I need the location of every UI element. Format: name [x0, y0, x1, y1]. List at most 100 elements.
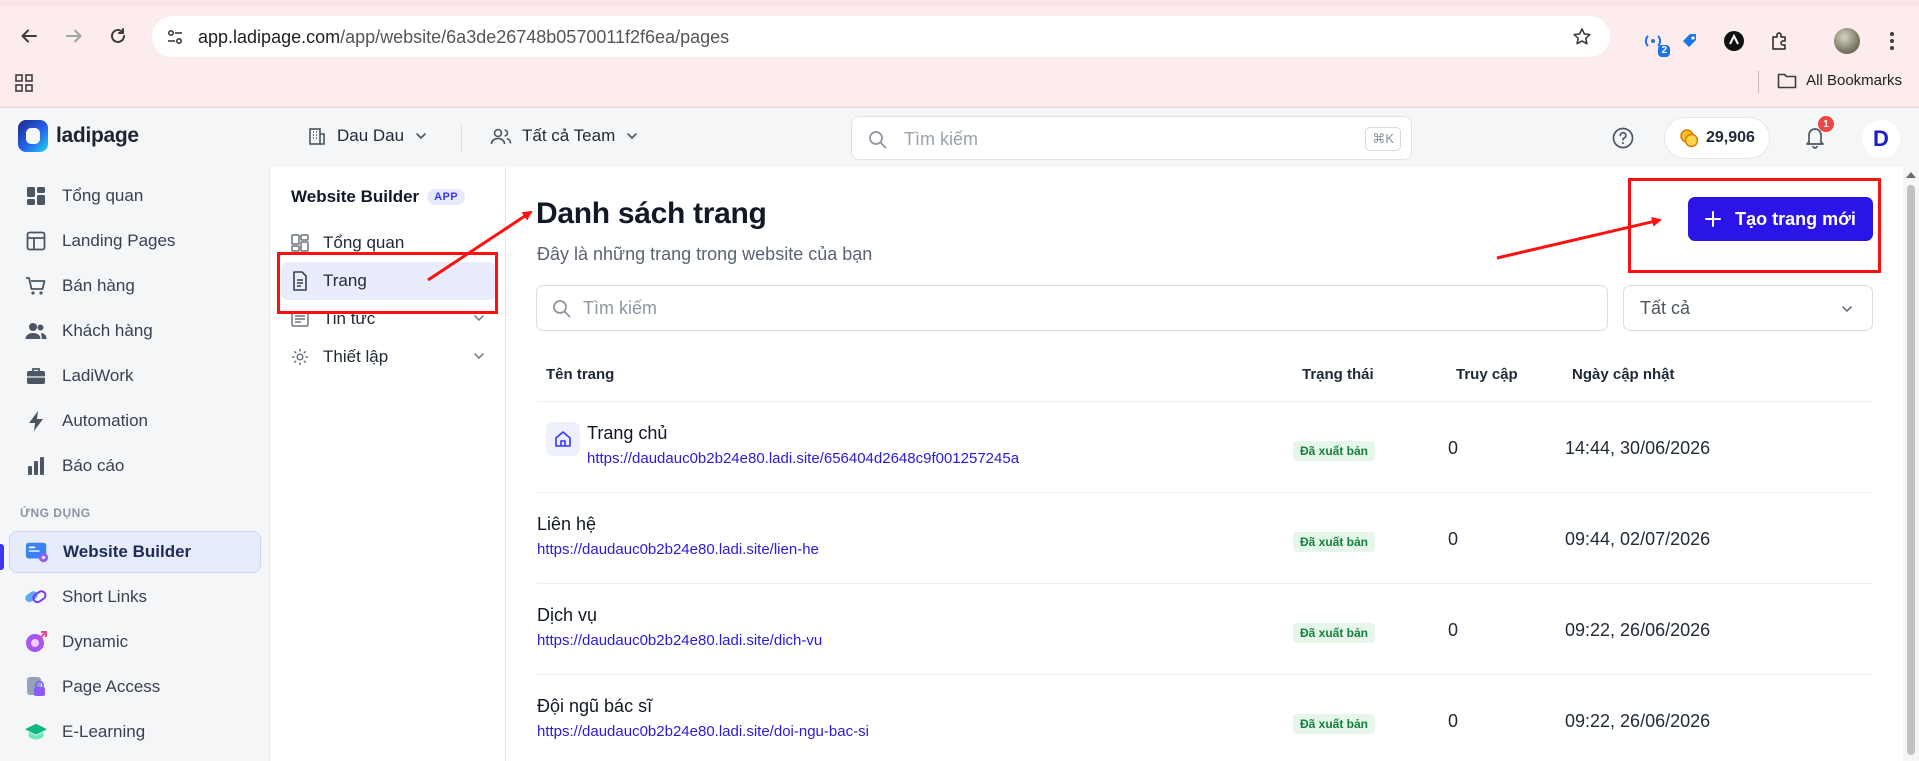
- subnav-item-label: Tổng quan: [323, 233, 405, 252]
- visit-count: 0: [1448, 438, 1459, 458]
- sidebar-item-overview[interactable]: Tổng quan: [9, 175, 261, 217]
- sidebar-item-customers[interactable]: Khách hàng: [9, 310, 261, 352]
- visit-count: 0: [1448, 620, 1459, 640]
- status-badge: Đã xuất bản: [1293, 441, 1376, 461]
- global-search-input[interactable]: Tìm kiếm ⌘K: [851, 116, 1412, 160]
- reload-icon: [111, 28, 125, 43]
- ladipage-logo[interactable]: ladipage: [18, 120, 139, 152]
- apps-grid-icon[interactable]: [15, 74, 33, 92]
- extensions-button[interactable]: [1763, 24, 1797, 58]
- coins-icon: [1680, 129, 1699, 148]
- puzzle-icon: [1772, 32, 1786, 50]
- bookmark-star-icon[interactable]: [1572, 27, 1592, 47]
- sidebar-item-label: LadiWork: [62, 366, 134, 385]
- sidebar-item-short-links[interactable]: Short Links: [9, 576, 261, 618]
- forward-button[interactable]: [55, 17, 93, 55]
- active-indicator: [0, 544, 4, 570]
- status-filter-value: Tất cả: [1640, 298, 1691, 318]
- subnav-item-label: Thiết lập: [323, 347, 389, 366]
- column-header-status[interactable]: Trạng thái: [1302, 366, 1374, 383]
- sidebar-item-reports[interactable]: Báo cáo: [9, 445, 261, 487]
- link-icon: [24, 585, 48, 609]
- extension-badge: 2: [1658, 45, 1670, 57]
- sidebar-item-label: Báo cáo: [62, 456, 125, 475]
- workspace-selector[interactable]: Dau Dau: [307, 126, 428, 146]
- chevron-down-icon: [1842, 306, 1852, 313]
- subnav-title: Website Builder APP: [291, 187, 465, 207]
- notifications-button[interactable]: 1: [1800, 116, 1834, 152]
- sidebar-item-sales[interactable]: Bán hàng: [9, 265, 261, 307]
- search-icon: [553, 300, 571, 318]
- sidebar-item-dynamic[interactable]: Dynamic: [9, 621, 261, 663]
- sidebar-item-label: Automation: [62, 411, 148, 430]
- profile-button[interactable]: [1830, 24, 1864, 58]
- sidebar-item-label: Tổng quan: [62, 186, 144, 205]
- more-vertical-icon: [1890, 32, 1894, 50]
- table-row[interactable]: Trang chủ https://daudauc0b2b24e80.ladi.…: [537, 401, 1872, 492]
- search-shortcut: ⌘K: [1365, 127, 1401, 151]
- users-icon: [24, 319, 48, 343]
- status-filter-select[interactable]: Tất cả: [1623, 285, 1873, 331]
- gear-icon: [292, 349, 308, 365]
- extension-broadcast[interactable]: 2: [1636, 24, 1670, 58]
- page-name[interactable]: Trang chủ: [587, 423, 667, 444]
- chevron-down-icon: [627, 133, 638, 140]
- page-search-input[interactable]: Tìm kiếm: [536, 285, 1608, 331]
- extension-dark[interactable]: [1717, 24, 1751, 58]
- table-row[interactable]: Liên hệ https://daudauc0b2b24e80.ladi.si…: [537, 492, 1872, 583]
- table-row[interactable]: Dịch vụ https://daudauc0b2b24e80.ladi.si…: [537, 583, 1872, 674]
- sidebar-item-website-builder[interactable]: Website Builder: [9, 531, 261, 573]
- column-header-updated[interactable]: Ngày cập nhật: [1572, 366, 1675, 383]
- scroll-up-arrow[interactable]: [1906, 172, 1916, 178]
- sidebar-item-ladiwork[interactable]: LadiWork: [9, 355, 261, 397]
- app-header: ladipage Dau Dau Tất cả Team Tìm kiếm ⌘K…: [0, 108, 1919, 167]
- reload-button[interactable]: [99, 17, 137, 55]
- sidebar-item-label: Dynamic: [62, 632, 129, 651]
- page-url-link[interactable]: https://daudauc0b2b24e80.ladi.site/lien-…: [537, 541, 819, 558]
- help-icon[interactable]: [1610, 125, 1636, 151]
- sidebar-item-label: Khách hàng: [62, 321, 153, 340]
- table-row[interactable]: Đội ngũ bác sĩ https://daudauc0b2b24e80.…: [537, 674, 1872, 761]
- sidebar-item-label: Bán hàng: [62, 276, 135, 295]
- column-header-visits[interactable]: Truy cập: [1456, 366, 1518, 383]
- ladipage-logo-icon: [18, 120, 48, 152]
- status-badge: Đã xuất bản: [1293, 532, 1376, 552]
- page-name[interactable]: Đội ngũ bác sĩ: [537, 696, 652, 717]
- annotation-box-trang: [277, 252, 498, 314]
- credits-value: 29,906: [1706, 129, 1755, 146]
- back-button[interactable]: [10, 17, 48, 55]
- credits-balance[interactable]: 29,906: [1664, 117, 1770, 159]
- main-sidebar: Tổng quan Landing Pages Bán hàng Khách h…: [0, 167, 270, 761]
- workspace-name: Dau Dau: [337, 126, 405, 145]
- sidebar-item-automation[interactable]: Automation: [9, 400, 261, 442]
- page-name[interactable]: Liên hệ: [537, 514, 596, 535]
- column-header-name[interactable]: Tên trang: [546, 366, 614, 383]
- updated-date: 14:44, 30/06/2026: [1565, 438, 1711, 458]
- address-url: app.ladipage.com/app/website/6a3de26748b…: [198, 27, 730, 47]
- page-url-link[interactable]: https://daudauc0b2b24e80.ladi.site/dich-…: [537, 632, 822, 649]
- extension-logo-icon: [1724, 31, 1744, 51]
- sidebar-item-e-learning[interactable]: E-Learning: [9, 711, 261, 753]
- sidebar-item-label: Page Access: [62, 677, 161, 696]
- page-url-link[interactable]: https://daudauc0b2b24e80.ladi.site/65640…: [587, 450, 1019, 467]
- page-scrollbar[interactable]: [1903, 167, 1919, 761]
- sidebar-item-landing-pages[interactable]: Landing Pages: [9, 220, 261, 262]
- all-bookmarks-button[interactable]: All Bookmarks: [1777, 72, 1902, 89]
- home-icon: [546, 422, 580, 456]
- subnav-item-settings[interactable]: Thiết lập: [281, 338, 496, 376]
- page-name[interactable]: Dịch vụ: [537, 605, 597, 626]
- team-selector[interactable]: Tất cả Team: [490, 126, 639, 146]
- layout-icon: [24, 229, 48, 253]
- bolt-icon: [24, 409, 48, 433]
- header-divider: [461, 124, 462, 152]
- page-url-link[interactable]: https://daudauc0b2b24e80.ladi.site/doi-n…: [537, 723, 869, 740]
- sidebar-item-label: Short Links: [62, 587, 148, 606]
- sidebar-item-page-access[interactable]: Page Access: [9, 666, 261, 708]
- browser-menu-button[interactable]: [1875, 24, 1909, 58]
- extension-tag[interactable]: [1673, 24, 1707, 58]
- user-avatar[interactable]: D: [1862, 120, 1900, 158]
- subnav-title-text: Website Builder: [291, 187, 420, 206]
- address-bar[interactable]: app.ladipage.com/app/website/6a3de26748b…: [152, 16, 1610, 57]
- bookmarks-bar: [0, 59, 1919, 108]
- scrollbar-thumb[interactable]: [1907, 185, 1915, 755]
